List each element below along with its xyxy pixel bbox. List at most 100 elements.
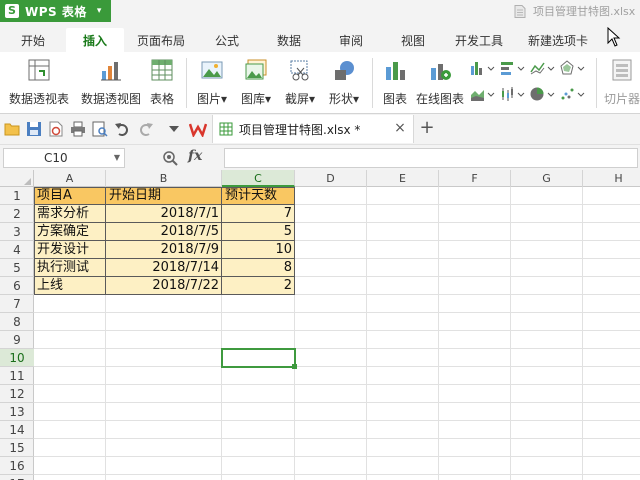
row-header[interactable]: 9 bbox=[0, 331, 34, 349]
wps-w-button[interactable] bbox=[189, 120, 207, 138]
column-header-d[interactable]: D bbox=[295, 170, 367, 187]
cell-a3[interactable]: 方案确定 bbox=[34, 223, 106, 241]
zoom-icon[interactable] bbox=[162, 150, 178, 166]
print-preview-button[interactable] bbox=[91, 120, 109, 138]
cell-c6[interactable]: 2 bbox=[222, 277, 295, 295]
tab-developer[interactable]: 开发工具 bbox=[448, 28, 510, 52]
column-header-g[interactable]: G bbox=[511, 170, 583, 187]
column-header-c[interactable]: C bbox=[222, 170, 295, 187]
row-header[interactable]: 7 bbox=[0, 295, 34, 313]
stock-chart-mini-button[interactable] bbox=[500, 86, 526, 102]
row-header[interactable]: 6 bbox=[0, 277, 34, 295]
fill-handle[interactable] bbox=[292, 364, 297, 369]
row-header[interactable]: 4 bbox=[0, 241, 34, 259]
print-button[interactable] bbox=[69, 120, 87, 138]
shapes-button[interactable]: 形状▾ bbox=[324, 56, 364, 110]
name-box[interactable]: C10 ▼ bbox=[3, 148, 125, 168]
cell-b2[interactable]: 2018/7/1 bbox=[106, 205, 222, 223]
cell-area[interactable]: 项目A 开始日期 预计天数 需求分析 2018/7/1 7 方案确定 2018/… bbox=[34, 187, 640, 480]
row-header[interactable]: 5 bbox=[0, 259, 34, 277]
screenshot-button[interactable]: 截屏▾ bbox=[280, 56, 320, 110]
cell-a1[interactable]: 项目A bbox=[34, 187, 106, 205]
row-header[interactable]: 15 bbox=[0, 439, 34, 457]
save-button[interactable] bbox=[25, 120, 43, 138]
slicer-button[interactable]: 切片器 bbox=[602, 56, 640, 110]
cell-a6[interactable]: 上线 bbox=[34, 277, 106, 295]
column-chart-mini-button[interactable] bbox=[470, 60, 496, 76]
column-header-a[interactable]: A bbox=[34, 170, 106, 187]
function-wizard-button[interactable]: fx bbox=[188, 148, 202, 164]
column-header-f[interactable]: F bbox=[439, 170, 511, 187]
close-icon[interactable]: × bbox=[393, 121, 407, 135]
chevron-down-icon[interactable]: ▼ bbox=[114, 153, 120, 162]
cell-c5[interactable]: 8 bbox=[222, 259, 295, 277]
cell-a4[interactable]: 开发设计 bbox=[34, 241, 106, 259]
tab-page-layout[interactable]: 页面布局 bbox=[130, 28, 192, 52]
row-header[interactable]: 8 bbox=[0, 313, 34, 331]
row-header[interactable]: 3 bbox=[0, 223, 34, 241]
redo-button[interactable] bbox=[137, 120, 155, 138]
cell-b6[interactable]: 2018/7/22 bbox=[106, 277, 222, 295]
wps-spreadsheet-window: S WPS 表格 ▾ 项目管理甘特图.xlsx 开始 插入 页面布局 公式 数据… bbox=[0, 0, 640, 480]
online-chart-button[interactable]: 在线图表 bbox=[414, 56, 466, 110]
row-header[interactable]: 12 bbox=[0, 385, 34, 403]
column-header-e[interactable]: E bbox=[367, 170, 439, 187]
gridline bbox=[34, 366, 640, 367]
pivot-table-button[interactable]: 数据透视表 bbox=[6, 56, 72, 110]
cell-c3[interactable]: 5 bbox=[222, 223, 295, 241]
cell-c4[interactable]: 10 bbox=[222, 241, 295, 259]
cell-b5[interactable]: 2018/7/14 bbox=[106, 259, 222, 277]
cell-c1[interactable]: 预计天数 bbox=[222, 187, 295, 205]
export-pdf-button[interactable] bbox=[47, 120, 65, 138]
cell-b3[interactable]: 2018/7/5 bbox=[106, 223, 222, 241]
row-header[interactable]: 14 bbox=[0, 421, 34, 439]
tab-formulas[interactable]: 公式 bbox=[202, 28, 252, 52]
row-header[interactable]: 2 bbox=[0, 205, 34, 223]
tab-home[interactable]: 开始 bbox=[4, 28, 62, 52]
cell-b4[interactable]: 2018/7/9 bbox=[106, 241, 222, 259]
cell-b1[interactable]: 开始日期 bbox=[106, 187, 222, 205]
bar-chart-mini-button[interactable] bbox=[500, 60, 526, 76]
picture-button[interactable]: 图片▾ bbox=[192, 56, 232, 110]
cell-a5[interactable]: 执行测试 bbox=[34, 259, 106, 277]
undo-button[interactable] bbox=[113, 120, 131, 138]
wps-w-icon bbox=[189, 123, 207, 137]
radar-chart-mini-button[interactable] bbox=[560, 60, 586, 76]
pie-chart-mini-button[interactable] bbox=[530, 86, 556, 102]
scatter-chart-mini-button[interactable] bbox=[560, 86, 586, 102]
row-header[interactable]: 11 bbox=[0, 367, 34, 385]
row-header-selected[interactable]: 10 bbox=[0, 349, 34, 367]
column-header-b[interactable]: B bbox=[106, 170, 222, 187]
table-border bbox=[34, 258, 295, 259]
row-header[interactable]: 13 bbox=[0, 403, 34, 421]
tab-insert[interactable]: 插入 bbox=[66, 28, 124, 52]
line-chart-mini-button[interactable] bbox=[530, 60, 556, 76]
area-chart-mini-button[interactable] bbox=[470, 86, 496, 102]
pivot-chart-button[interactable]: 数据透视图 bbox=[78, 56, 144, 110]
row-header[interactable]: 1 bbox=[0, 187, 34, 205]
chart-button[interactable]: 图表 bbox=[378, 56, 412, 110]
row-header[interactable]: 16 bbox=[0, 457, 34, 475]
formula-input[interactable] bbox=[224, 148, 638, 168]
tab-data[interactable]: 数据 bbox=[264, 28, 314, 52]
more-commands-button[interactable] bbox=[165, 120, 183, 138]
document-tab[interactable]: 项目管理甘特图.xlsx * × bbox=[212, 115, 414, 143]
app-menu-button[interactable]: S WPS 表格 ▾ bbox=[0, 0, 111, 22]
row-header[interactable]: 17 bbox=[0, 475, 34, 480]
tab-review[interactable]: 审阅 bbox=[326, 28, 376, 52]
open-button[interactable] bbox=[3, 120, 21, 138]
redo-icon bbox=[140, 123, 153, 136]
new-tab-button[interactable]: + bbox=[418, 119, 436, 137]
tab-view[interactable]: 视图 bbox=[388, 28, 438, 52]
table-button[interactable]: 表格 bbox=[146, 56, 178, 110]
selected-cell-c10[interactable] bbox=[221, 348, 296, 368]
cell-a2[interactable]: 需求分析 bbox=[34, 205, 106, 223]
mouse-pointer-icon bbox=[607, 27, 621, 47]
cell-c2[interactable]: 7 bbox=[222, 205, 295, 223]
select-all-corner[interactable] bbox=[0, 170, 34, 187]
document-icon bbox=[514, 4, 526, 18]
column-header-h[interactable]: H bbox=[583, 170, 640, 187]
gallery-button[interactable]: 图库▾ bbox=[236, 56, 276, 110]
gridline bbox=[34, 456, 640, 457]
tab-new-tab[interactable]: 新建选项卡 bbox=[520, 28, 596, 52]
